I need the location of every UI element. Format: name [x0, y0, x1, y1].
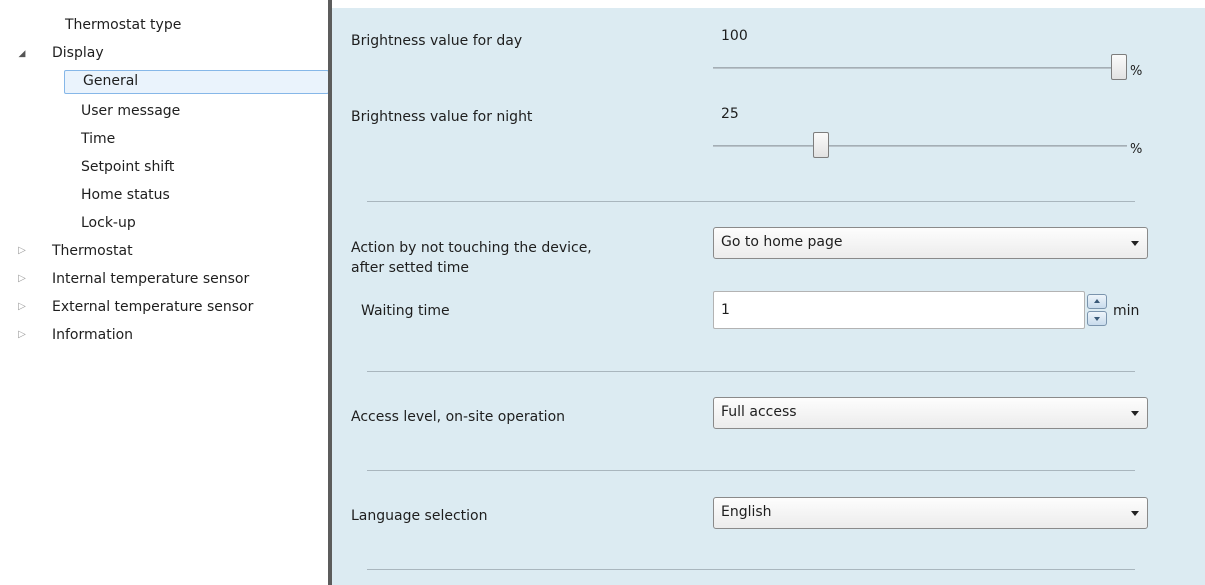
arrow-up-icon — [1094, 299, 1100, 303]
tree-item-display[interactable]: ◢ Display — [16, 42, 266, 64]
brightness-day-unit: % — [1130, 64, 1143, 79]
tree-item-thermostat[interactable]: ▷ Thermostat — [16, 240, 132, 262]
access-level-dropdown[interactable]: Full access — [713, 397, 1148, 429]
access-level-label: Access level, on-site operation — [351, 409, 566, 425]
chevron-down-icon[interactable] — [1131, 241, 1139, 246]
collapsed-arrow-icon[interactable]: ▷ — [16, 268, 28, 290]
tree-item-label: Information — [52, 327, 134, 343]
action-dropdown[interactable]: Go to home page — [713, 227, 1148, 259]
section-divider — [367, 201, 1135, 202]
spin-up-button[interactable] — [1087, 294, 1107, 309]
action-label-line1: Action by not touching the device, — [351, 240, 592, 256]
tree-item-internal-temperature-sensor[interactable]: ▷ Internal temperature sensor — [16, 268, 249, 290]
tree-item-label: Internal temperature sensor — [52, 271, 250, 287]
tree-item-thermostat-type[interactable]: Thermostat type — [65, 14, 181, 36]
arrow-down-icon — [1094, 317, 1100, 321]
collapsed-arrow-icon[interactable]: ▷ — [16, 296, 28, 318]
collapsed-arrow-icon[interactable]: ▷ — [16, 240, 28, 262]
chevron-down-icon[interactable] — [1131, 411, 1139, 416]
brightness-day-label: Brightness value for day — [351, 33, 523, 49]
parameter-tree: Thermostat type ◢ Display General User m… — [0, 0, 329, 585]
action-dropdown-value: Go to home page — [721, 234, 843, 250]
slider-track[interactable] — [713, 67, 1127, 69]
tree-item-label: Thermostat type — [65, 17, 182, 33]
spin-down-button[interactable] — [1087, 311, 1107, 326]
parameter-panel: Brightness value for day 100 % Brightnes… — [332, 8, 1205, 585]
section-divider — [367, 470, 1135, 471]
tree-item-label: General — [83, 73, 139, 89]
brightness-night-label: Brightness value for night — [351, 109, 533, 125]
waiting-time-label: Waiting time — [361, 303, 450, 319]
brightness-night-value: 25 — [721, 106, 739, 122]
tree-item-label: Time — [81, 131, 116, 147]
tree-item-label: Lock-up — [81, 215, 136, 231]
tree-item-label: Thermostat — [52, 243, 133, 259]
waiting-time-value: 1 — [721, 302, 730, 318]
language-label: Language selection — [351, 508, 488, 524]
tree-item-label: User message — [81, 103, 181, 119]
tree-item-user-message[interactable]: User message — [81, 100, 180, 122]
section-divider — [367, 371, 1135, 372]
brightness-night-unit: % — [1130, 142, 1143, 157]
slider-thumb[interactable] — [812, 132, 829, 158]
tree-item-label: External temperature sensor — [52, 299, 254, 315]
tree-item-setpoint-shift[interactable]: Setpoint shift — [81, 156, 174, 178]
tree-item-lock-up[interactable]: Lock-up — [81, 212, 136, 234]
chevron-down-icon[interactable] — [1131, 511, 1139, 516]
action-label-line2: after setted time — [351, 260, 470, 276]
collapsed-arrow-icon[interactable]: ▷ — [16, 324, 28, 346]
section-divider — [367, 569, 1135, 570]
tree-item-general[interactable]: General — [64, 70, 329, 94]
expanded-arrow-icon[interactable]: ◢ — [16, 43, 28, 65]
tree-item-home-status[interactable]: Home status — [81, 184, 170, 206]
tree-item-label: Display — [52, 45, 104, 61]
waiting-time-input[interactable]: 1 — [713, 291, 1085, 329]
tree-item-label: Setpoint shift — [81, 159, 175, 175]
slider-thumb[interactable] — [1111, 54, 1127, 80]
waiting-time-unit: min — [1113, 303, 1140, 319]
language-dropdown-value: English — [721, 504, 772, 520]
language-dropdown[interactable]: English — [713, 497, 1148, 529]
tree-item-time[interactable]: Time — [81, 128, 115, 150]
slider-track[interactable] — [713, 145, 1127, 147]
tree-item-external-temperature-sensor[interactable]: ▷ External temperature sensor — [16, 296, 253, 318]
access-level-dropdown-value: Full access — [721, 404, 797, 420]
brightness-day-value: 100 — [721, 28, 748, 44]
tree-item-information[interactable]: ▷ Information — [16, 324, 133, 346]
tree-item-label: Home status — [81, 187, 170, 203]
